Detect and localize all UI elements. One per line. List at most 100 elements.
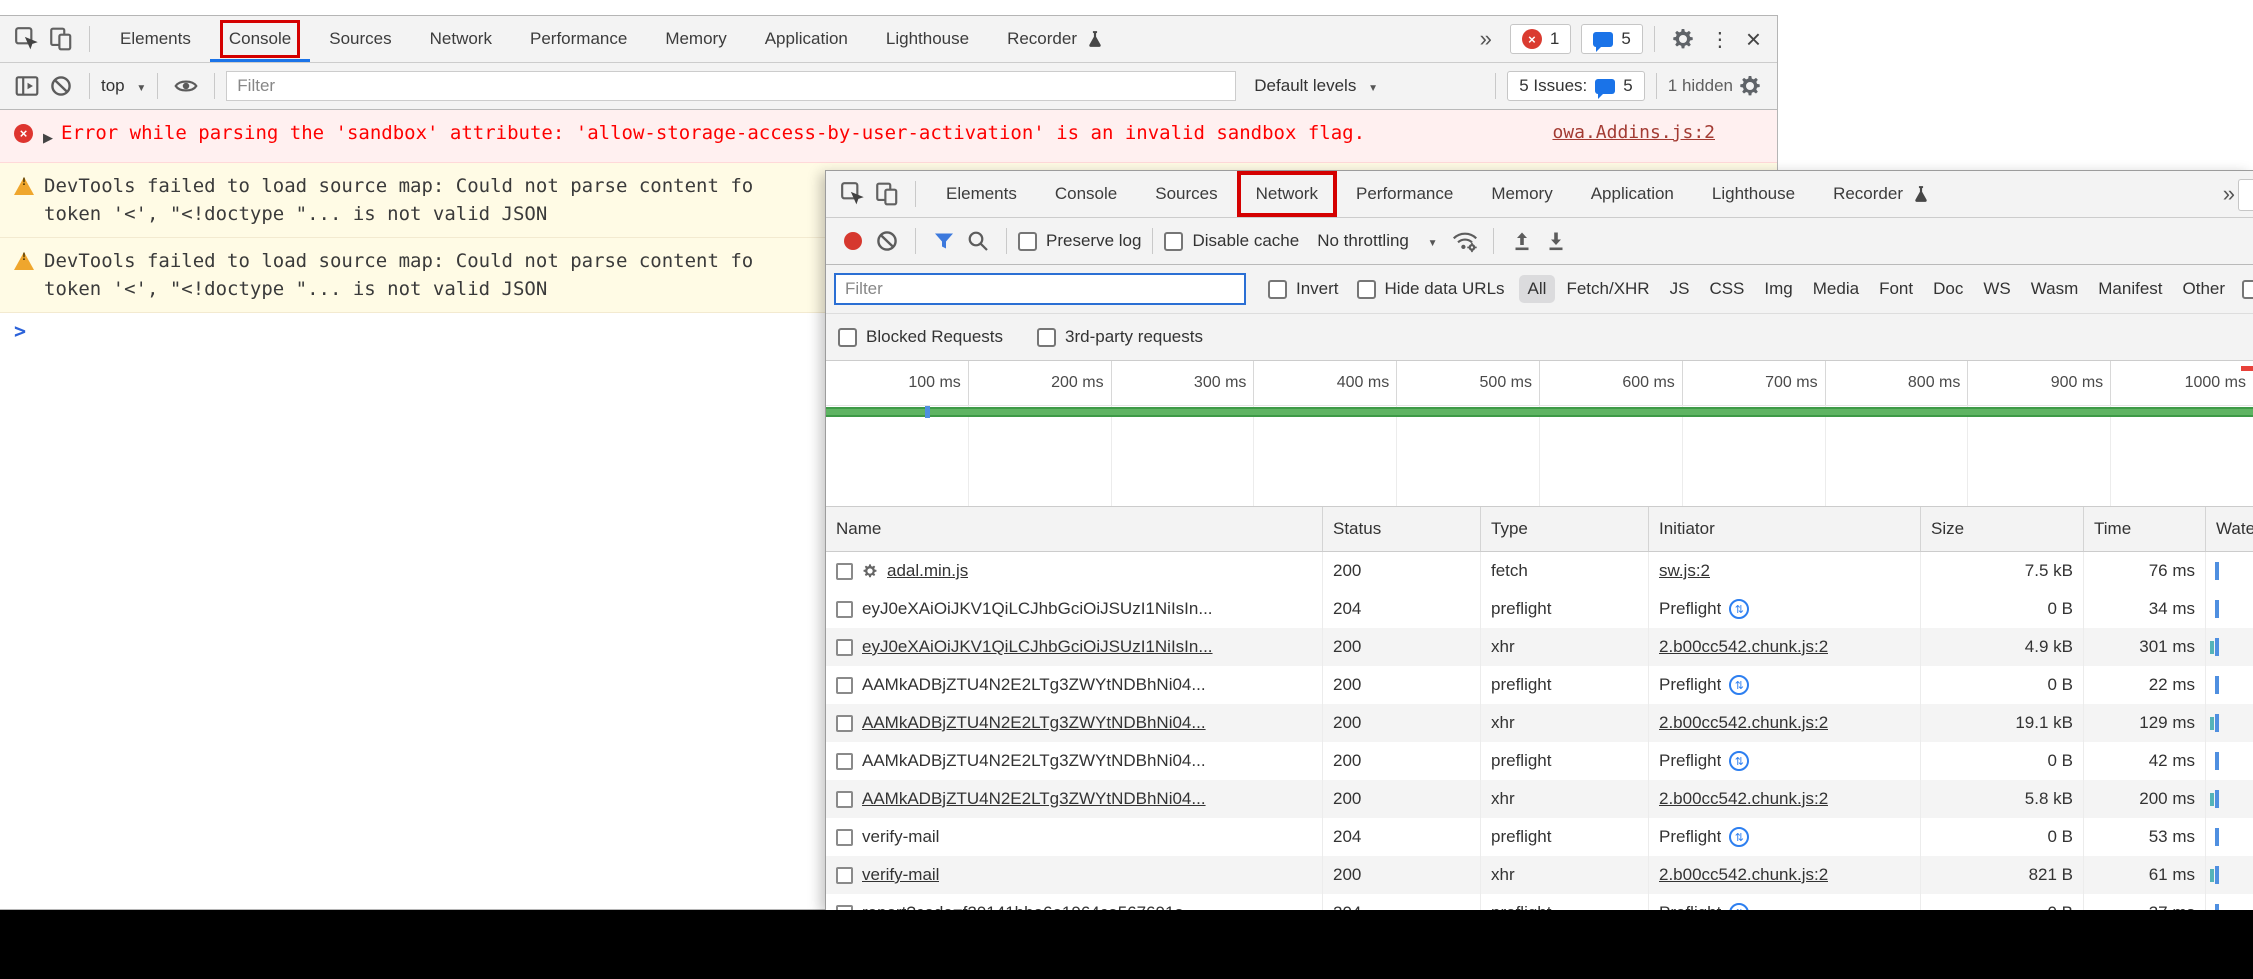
initiator-link[interactable]: Preflight [1659, 675, 1721, 695]
disable-cache-checkbox[interactable]: Disable cache [1164, 231, 1299, 251]
panel-tab[interactable]: Network [1237, 171, 1337, 217]
third-party-requests-checkbox[interactable]: 3rd-party requests [1037, 327, 1203, 347]
device-toolbar-icon[interactable] [870, 177, 904, 211]
network-request-row[interactable]: verify-mail 200 xhr 2.b00cc542.chunk.js:… [826, 856, 2253, 894]
network-filter-input[interactable] [834, 273, 1246, 305]
settings-gear-icon[interactable] [1666, 22, 1700, 56]
row-checkbox[interactable] [836, 677, 853, 694]
panel-tab[interactable]: Sources [1136, 171, 1236, 217]
panel-tab[interactable]: Network [411, 16, 511, 62]
network-request-row[interactable]: AAMkADBjZTU4N2E2LTg3ZWYtNDBhNi04... 200 … [826, 742, 2253, 780]
request-type-filter[interactable]: JS [1661, 275, 1699, 303]
request-type-filter[interactable]: Media [1804, 275, 1868, 303]
import-har-icon[interactable] [1505, 224, 1539, 258]
log-levels-select[interactable]: Default levels ▼ [1254, 76, 1378, 96]
inspect-element-icon[interactable] [836, 177, 870, 211]
row-checkbox[interactable] [836, 829, 853, 846]
clear-console-icon[interactable] [44, 69, 78, 103]
row-checkbox[interactable] [836, 791, 853, 808]
row-checkbox[interactable] [836, 563, 853, 580]
search-icon[interactable] [961, 224, 995, 258]
blocked-requests-checkbox[interactable]: Blocked Requests [838, 327, 1003, 347]
request-type-filter[interactable]: Fetch/XHR [1557, 275, 1658, 303]
console-filter-input[interactable] [226, 71, 1236, 101]
column-header[interactable]: Time [2084, 507, 2206, 551]
panel-tab[interactable]: Lighthouse [867, 16, 988, 62]
request-type-filter[interactable]: Wasm [2022, 275, 2088, 303]
network-request-row[interactable]: AAMkADBjZTU4N2E2LTg3ZWYtNDBhNi04... 200 … [826, 780, 2253, 818]
request-type-filter[interactable]: Other [2174, 275, 2235, 303]
network-request-row[interactable]: adal.min.js 200 fetch sw.js:2 ⇅ 7.5 kB 7… [826, 552, 2253, 590]
panel-tab[interactable]: Elements [927, 171, 1036, 217]
console-settings-gear-icon[interactable] [1733, 69, 1767, 103]
error-source-link[interactable]: owa.Addins.js:2 [1552, 119, 1715, 147]
initiator-link[interactable]: Preflight [1659, 903, 1721, 910]
column-header[interactable]: Initiator [1649, 507, 1921, 551]
network-request-row[interactable]: eyJ0eXAiOiJKV1QiLCJhbGciOiJSUzI1NiIsIn..… [826, 628, 2253, 666]
preserve-log-checkbox[interactable]: Preserve log [1018, 231, 1141, 251]
panel-tab[interactable]: Application [746, 16, 867, 62]
network-request-row[interactable]: AAMkADBjZTU4N2E2LTg3ZWYtNDBhNi04... 200 … [826, 666, 2253, 704]
expand-triangle-icon[interactable]: ▶ [43, 125, 53, 153]
panel-tab[interactable]: Console [1036, 171, 1136, 217]
request-type-filter[interactable]: Img [1755, 275, 1801, 303]
kebab-menu-icon[interactable]: ⋮ [1700, 27, 1740, 52]
panel-tab[interactable]: Performance [511, 16, 646, 62]
issues-counter[interactable]: 5 Issues: 5 [1507, 71, 1645, 101]
request-type-filter[interactable]: Manifest [2089, 275, 2171, 303]
throttling-select[interactable]: No throttling ▼ [1317, 231, 1437, 251]
network-request-row[interactable]: AAMkADBjZTU4N2E2LTg3ZWYtNDBhNi04... 200 … [826, 704, 2253, 742]
row-checkbox[interactable] [836, 601, 853, 618]
error-count-badge[interactable]: × 1 [1510, 24, 1571, 54]
network-conditions-icon[interactable] [1448, 224, 1482, 258]
device-toolbar-icon[interactable] [44, 22, 78, 56]
inspect-element-icon[interactable] [10, 22, 44, 56]
issues-count-badge[interactable]: 5 [1581, 24, 1642, 54]
network-overview[interactable] [826, 406, 2253, 506]
request-type-filter[interactable]: All [1519, 275, 1556, 303]
column-header[interactable]: Waterfall [2206, 507, 2253, 551]
row-checkbox[interactable] [836, 715, 853, 732]
panel-tab[interactable]: Recorder [1814, 171, 1950, 217]
panel-tab[interactable]: Memory [646, 16, 745, 62]
filter-funnel-icon[interactable] [927, 224, 961, 258]
panel-tab[interactable]: Sources [310, 16, 410, 62]
more-tabs-icon[interactable]: » [1472, 26, 1500, 52]
request-type-filter[interactable]: WS [1974, 275, 2019, 303]
close-icon[interactable]: × [1740, 26, 1767, 52]
panel-tab[interactable]: Elements [101, 16, 210, 62]
record-network-log-icon[interactable] [844, 232, 862, 250]
initiator-link[interactable]: Preflight [1659, 827, 1721, 847]
hide-data-urls-checkbox[interactable]: Hide data URLs [1357, 279, 1505, 299]
request-type-filter[interactable]: CSS [1700, 275, 1753, 303]
panel-tab[interactable]: Performance [1337, 171, 1472, 217]
clear-network-log-icon[interactable] [870, 224, 904, 258]
initiator-link[interactable]: 2.b00cc542.chunk.js:2 [1659, 637, 1828, 657]
initiator-link[interactable]: Preflight [1659, 751, 1721, 771]
request-type-filter[interactable]: Font [1870, 275, 1922, 303]
panel-tab[interactable]: Recorder [988, 16, 1124, 62]
panel-tab[interactable]: Lighthouse [1693, 171, 1814, 217]
row-checkbox[interactable] [836, 867, 853, 884]
console-sidebar-icon[interactable] [10, 69, 44, 103]
network-request-row[interactable]: eyJ0eXAiOiJKV1QiLCJhbGciOiJSUzI1NiIsIn..… [826, 590, 2253, 628]
network-request-row[interactable]: report?code=f29141bbe6e1964ca567691a... … [826, 894, 2253, 910]
initiator-link[interactable]: 2.b00cc542.chunk.js:2 [1659, 789, 1828, 809]
column-header[interactable]: Name [826, 507, 1323, 551]
live-expression-eye-icon[interactable] [169, 69, 203, 103]
panel-tab[interactable]: Console [210, 16, 310, 62]
initiator-link[interactable]: Preflight [1659, 599, 1721, 619]
clipped-checkbox[interactable] [2242, 280, 2253, 299]
panel-tab[interactable]: Application [1572, 171, 1693, 217]
initiator-link[interactable]: 2.b00cc542.chunk.js:2 [1659, 865, 1828, 885]
network-request-row[interactable]: verify-mail 204 preflight Preflight ⇅ 0 … [826, 818, 2253, 856]
request-type-filter[interactable]: Doc [1924, 275, 1972, 303]
initiator-link[interactable]: sw.js:2 [1659, 561, 1710, 581]
export-har-icon[interactable] [1539, 224, 1573, 258]
context-selector[interactable]: top ▼ [101, 76, 146, 96]
invert-checkbox[interactable]: Invert [1268, 279, 1339, 299]
column-header[interactable]: Status [1323, 507, 1481, 551]
initiator-link[interactable]: 2.b00cc542.chunk.js:2 [1659, 713, 1828, 733]
panel-tab[interactable]: Memory [1472, 171, 1571, 217]
row-checkbox[interactable] [836, 753, 853, 770]
